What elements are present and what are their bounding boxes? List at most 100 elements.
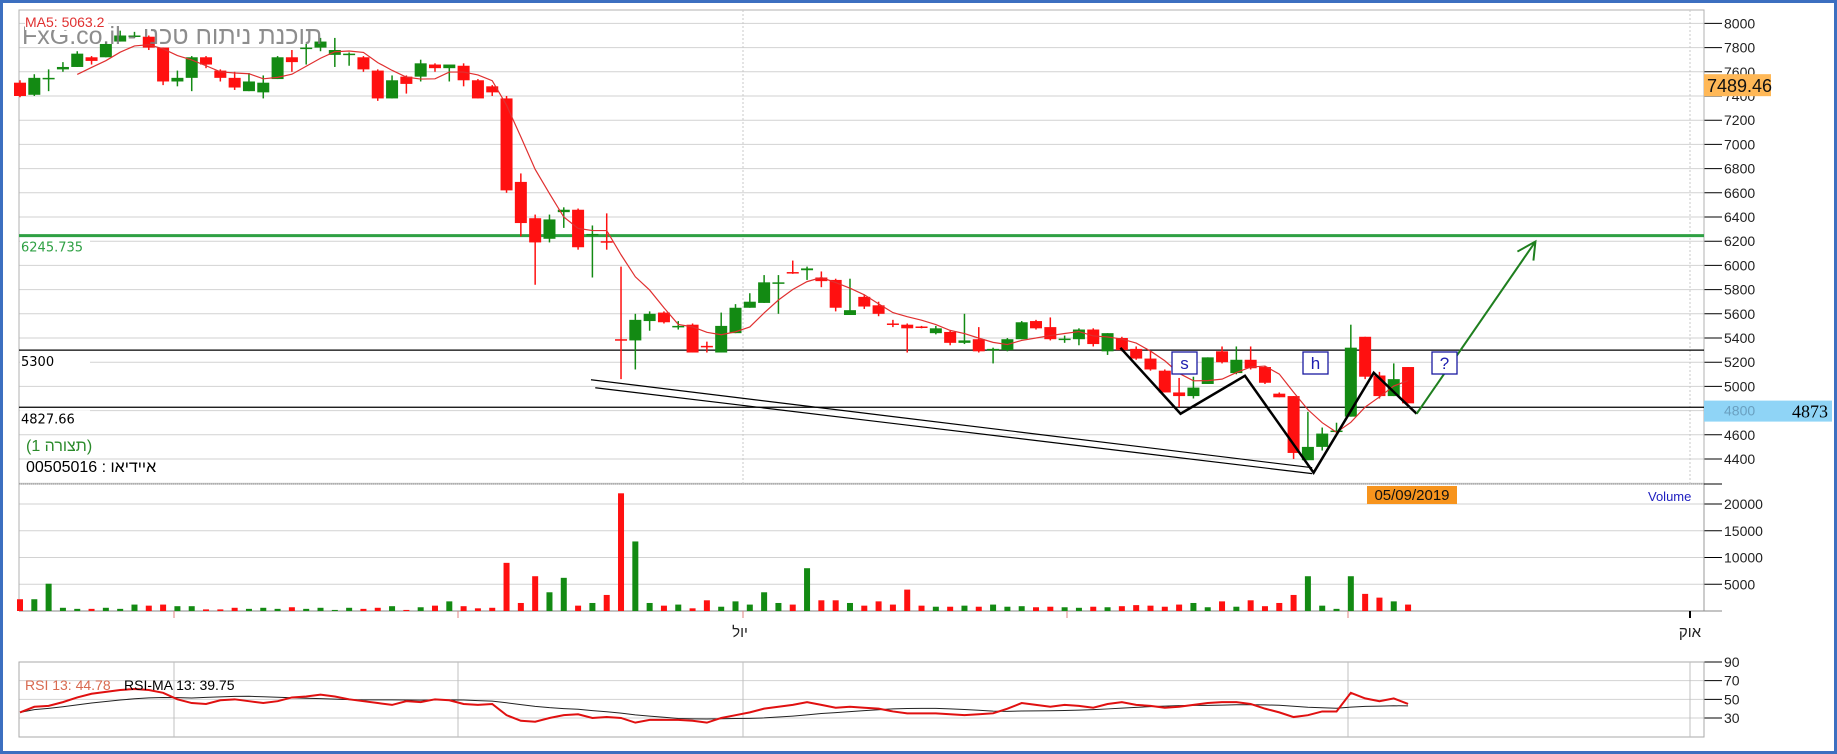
price-tick-label: 8000	[1724, 15, 1755, 31]
volume-bar	[288, 607, 295, 611]
price-tick-label: 5200	[1724, 354, 1755, 370]
volume-bar	[460, 606, 467, 611]
candle-body	[801, 268, 814, 271]
candle-body	[414, 63, 427, 77]
candle-body	[772, 282, 785, 284]
volume-bar	[875, 601, 882, 611]
volume-bar	[1004, 606, 1011, 611]
volume-bar	[245, 608, 252, 611]
volume-bar	[45, 583, 52, 611]
volume-bar	[1018, 606, 1025, 611]
volume-bar	[231, 607, 238, 611]
pattern-label: s	[1180, 354, 1189, 373]
cursor-axis-value: 4800	[1724, 403, 1755, 419]
volume-bar	[1233, 606, 1240, 611]
volume-bar	[1147, 605, 1154, 611]
level-label: 5300	[21, 355, 54, 370]
pattern-label: ?	[1440, 354, 1449, 373]
volume-bar	[346, 607, 353, 611]
candle-body	[944, 331, 957, 343]
volume-bar	[331, 609, 338, 611]
target-arrow	[1415, 240, 1537, 415]
volume-bar	[489, 607, 496, 611]
volume-bar	[1118, 606, 1125, 611]
candle-body	[85, 57, 98, 61]
candle-body	[471, 80, 484, 99]
candle-body	[171, 77, 184, 82]
volume-bar	[88, 608, 95, 611]
volume-bar	[274, 608, 281, 611]
price-tick-label: 7000	[1724, 136, 1755, 152]
price-tick-label: 5600	[1724, 306, 1755, 322]
volume-bar	[532, 576, 539, 611]
volume-bar	[260, 607, 267, 611]
last-price-value: 7489.46	[1707, 76, 1772, 96]
volume-tick-label: 10000	[1724, 550, 1763, 566]
price-tick-label: 6800	[1724, 161, 1755, 177]
stock-chart[interactable]: 8000780076007400720070006800660064006200…	[0, 0, 1837, 754]
volume-bar	[546, 592, 553, 611]
candle-body	[643, 313, 656, 322]
candle-body	[357, 57, 370, 70]
volume-tick-label: 15000	[1724, 523, 1763, 539]
volume-bar	[904, 589, 911, 611]
volume-bar	[31, 599, 38, 611]
price-tick-label: 7800	[1724, 40, 1755, 56]
volume-bar	[560, 577, 567, 611]
candle-body	[629, 319, 642, 341]
price-tick-label: 6200	[1724, 233, 1755, 249]
candle-body	[1144, 358, 1157, 370]
price-tick-label: 5800	[1724, 282, 1755, 298]
candle-body	[1402, 367, 1415, 404]
candle-body	[1173, 392, 1186, 397]
candle-body	[271, 57, 284, 80]
volume-bar	[1190, 602, 1197, 611]
volume-bar	[1304, 576, 1311, 611]
volume-bar	[1161, 606, 1168, 611]
rsi-tick-label: 30	[1724, 710, 1740, 726]
level-label: 6245.735	[21, 241, 83, 256]
candle-body	[843, 310, 856, 316]
candle-body	[228, 77, 241, 88]
volume-bar	[618, 493, 625, 611]
candle-body	[672, 325, 685, 328]
candle-body	[615, 339, 628, 341]
candle-body	[285, 57, 298, 63]
candle-body	[886, 323, 899, 325]
volume-tick-label: 5000	[1724, 576, 1755, 592]
cursor-price-value: 4873	[1792, 402, 1828, 422]
candle-body	[700, 345, 713, 348]
volume-bar	[789, 604, 796, 611]
candle-body	[1359, 336, 1372, 377]
candle-body	[743, 301, 756, 308]
candle-body	[14, 82, 26, 96]
candle-body	[972, 339, 985, 352]
volume-bar	[861, 605, 868, 611]
candle-body	[157, 47, 170, 82]
volume-bar	[417, 607, 424, 611]
volume-bar	[131, 604, 138, 611]
candle-body	[715, 325, 728, 353]
candle-body	[1344, 347, 1357, 417]
candle-body	[586, 233, 599, 236]
candle-body	[242, 81, 255, 92]
volume-bar	[732, 601, 739, 611]
price-tick-label: 7200	[1724, 112, 1755, 128]
volume-bar	[389, 606, 396, 611]
candle-body	[600, 241, 613, 243]
volume-bar	[703, 600, 710, 611]
candle-body	[371, 70, 384, 99]
price-tick-label: 5000	[1724, 378, 1755, 394]
candle-body	[343, 53, 356, 56]
candle-body	[443, 64, 456, 69]
volume-bar	[1276, 602, 1283, 611]
candle-body	[915, 326, 928, 329]
candle-body	[729, 307, 742, 334]
volume-bar	[303, 608, 310, 611]
volume-bar	[1362, 593, 1369, 611]
candle-body	[1187, 387, 1200, 397]
volume-bar	[746, 604, 753, 611]
rsi-tick-label: 90	[1724, 654, 1740, 670]
candle-body	[657, 312, 670, 323]
volume-bar	[317, 607, 324, 611]
